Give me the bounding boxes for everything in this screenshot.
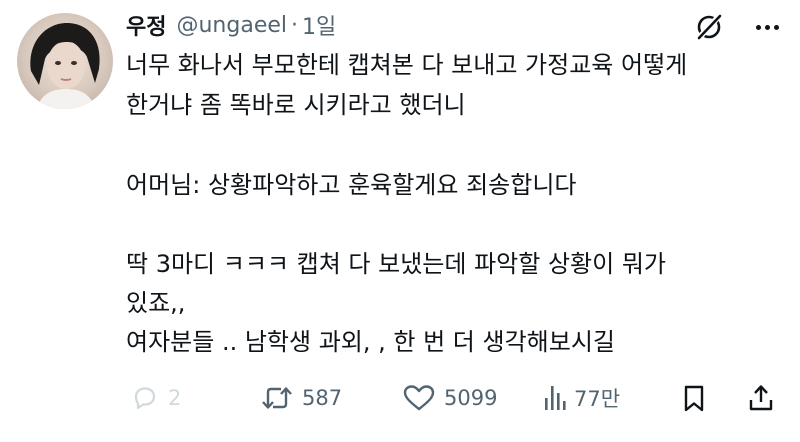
- author-name[interactable]: 우정: [126, 9, 166, 41]
- reply-button[interactable]: 2: [130, 378, 181, 418]
- timestamp[interactable]: 1일: [302, 9, 336, 41]
- separator: ·: [291, 12, 298, 38]
- heart-icon: [402, 383, 436, 413]
- views-button[interactable]: 77만: [542, 378, 620, 418]
- retweet-count: 587: [302, 386, 343, 410]
- tweet-line: 한거냐 좀 똑바로 시키라고 했더니: [126, 91, 466, 119]
- bookmark-icon: [681, 383, 707, 413]
- view-count: 77만: [574, 387, 621, 411]
- more-dot: [773, 24, 779, 30]
- author-handle[interactable]: @ungaeel: [176, 13, 287, 38]
- share-button[interactable]: [746, 378, 776, 418]
- share-icon: [746, 383, 776, 413]
- retweet-icon: [260, 383, 294, 413]
- reply-icon: [130, 383, 160, 413]
- bookmark-button[interactable]: [681, 378, 707, 418]
- tweet-line: 딱 3마디 ㅋㅋㅋ 캡쳐 다 보냈는데 파악할 상황이 뭐가: [126, 250, 666, 278]
- like-button[interactable]: 5099: [402, 378, 497, 418]
- retweet-button[interactable]: 587: [260, 378, 342, 418]
- tweet-line: 어머님: 상황파악하고 훈육할게요 죄송합니다: [126, 171, 577, 199]
- more-dot: [755, 24, 761, 30]
- tweet-line: 있죠,,: [126, 289, 186, 317]
- tweet-line: 여자분들 .. 남학생 과외, , 한 번 더 생각해보시길: [126, 328, 615, 356]
- action-bar: 2 587 5099 77만: [126, 378, 786, 418]
- views-icon: [542, 383, 566, 413]
- tweet-header: 우정 @ungaeel · 1일: [126, 8, 336, 42]
- grok-icon[interactable]: [693, 11, 725, 43]
- like-count: 5099: [444, 386, 498, 410]
- more-icon[interactable]: [752, 13, 782, 41]
- tweet-line: 너무 화나서 부모한테 캡쳐본 다 보내고 가정교육 어떻게: [126, 51, 688, 79]
- avatar[interactable]: [17, 13, 113, 109]
- reply-count: 2: [168, 386, 182, 410]
- more-dot: [764, 24, 770, 30]
